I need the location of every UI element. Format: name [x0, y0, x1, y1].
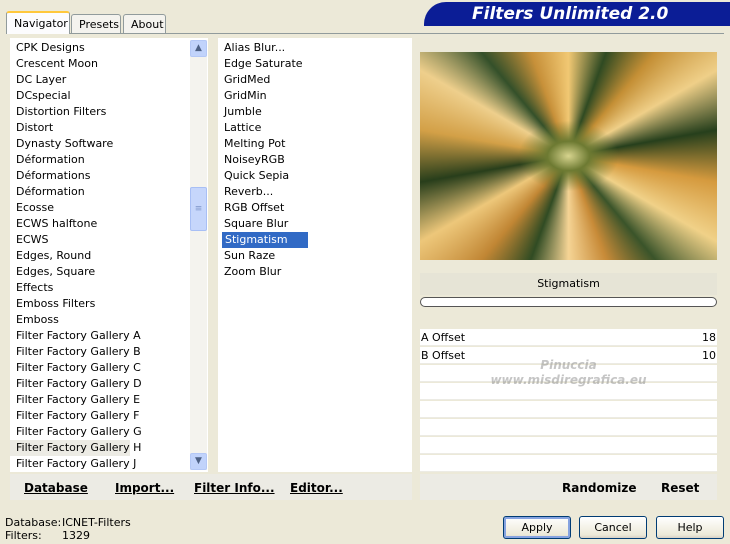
- filter-item[interactable]: Edge Saturate: [218, 56, 303, 72]
- filter-item[interactable]: Zoom Blur: [218, 264, 281, 280]
- param-slot-empty: [420, 437, 717, 454]
- category-scrollbar[interactable]: ▲ ≡ ▼: [190, 40, 207, 470]
- tab-divider: [6, 33, 724, 34]
- chevron-up-icon: ▲: [195, 43, 202, 53]
- chevron-down-icon: ▼: [195, 456, 202, 466]
- category-item[interactable]: Ecosse: [10, 200, 130, 216]
- category-item[interactable]: Emboss: [10, 312, 130, 328]
- filter-name-display: Stigmatism: [420, 273, 717, 295]
- category-item[interactable]: Emboss Filters: [10, 296, 130, 312]
- filter-item[interactable]: Sun Raze: [218, 248, 275, 264]
- filter-item[interactable]: RGB Offset: [218, 200, 284, 216]
- watermark-line-1: Pinuccia: [540, 358, 597, 372]
- filter-item[interactable]: GridMed: [218, 72, 270, 88]
- param-slot-empty: [420, 419, 717, 436]
- filter-item[interactable]: NoiseyRGB: [218, 152, 285, 168]
- category-item[interactable]: Déformation: [10, 152, 130, 168]
- filter-item[interactable]: Reverb...: [218, 184, 273, 200]
- filter-item[interactable]: Alias Blur...: [218, 40, 285, 56]
- grip-icon: ≡: [194, 204, 203, 214]
- progress-bar: [420, 297, 717, 307]
- filter-info-button[interactable]: Filter Info...: [194, 480, 275, 496]
- status-filters-value: 1329: [62, 529, 90, 542]
- category-item[interactable]: Filter Factory Gallery J: [10, 456, 136, 472]
- category-item[interactable]: Distortion Filters: [10, 104, 130, 120]
- category-item[interactable]: Edges, Round: [10, 248, 130, 264]
- filter-item[interactable]: Lattice: [218, 120, 261, 136]
- category-item[interactable]: Déformations: [10, 168, 130, 184]
- filter-item[interactable]: Square Blur: [218, 216, 288, 232]
- tab-navigator-label: Navigator: [14, 17, 68, 30]
- category-item[interactable]: ECWS: [10, 232, 130, 248]
- category-list[interactable]: CPK Designs Crescent Moon DC Layer DCspecia…: [10, 38, 208, 472]
- category-item[interactable]: Crescent Moon: [10, 56, 130, 72]
- filter-item[interactable]: Quick Sepia: [218, 168, 289, 184]
- status-filters-label: Filters:: [5, 529, 42, 542]
- reset-button[interactable]: Reset: [661, 480, 699, 496]
- category-item[interactable]: Filter Factory Gallery G: [10, 424, 142, 440]
- filter-item[interactable]: Jumble: [218, 104, 262, 120]
- category-item[interactable]: Filter Factory Gallery B: [10, 344, 141, 360]
- preview-image[interactable]: [420, 52, 717, 260]
- import-button[interactable]: Import...: [115, 480, 174, 496]
- category-item[interactable]: Dynasty Software: [10, 136, 130, 152]
- category-item[interactable]: Filter Factory Gallery F: [10, 408, 139, 424]
- category-item[interactable]: Effects: [10, 280, 130, 296]
- category-item[interactable]: Filter Factory Gallery C: [10, 360, 141, 376]
- param-label: A Offset: [421, 331, 466, 344]
- category-item[interactable]: Filter Factory Gallery H: [10, 440, 141, 456]
- category-item[interactable]: Filter Factory Gallery E: [10, 392, 140, 408]
- filter-item[interactable]: Melting Pot: [218, 136, 285, 152]
- category-item[interactable]: Filter Factory Gallery D: [10, 376, 142, 392]
- filter-list[interactable]: Alias Blur... Edge Saturate GridMed GridMin…: [218, 38, 412, 472]
- editor-button[interactable]: Editor...: [290, 480, 343, 496]
- watermark-line-2: www.misdiregrafica.eu: [490, 373, 647, 387]
- category-item[interactable]: DC Layer: [10, 72, 130, 88]
- filter-item[interactable]: GridMin: [218, 88, 267, 104]
- category-item[interactable]: CPK Designs: [10, 40, 130, 56]
- scroll-up-button[interactable]: ▲: [190, 40, 207, 57]
- cancel-button[interactable]: Cancel: [579, 516, 647, 539]
- watermark: Pinuccia www.misdiregrafica.eu: [420, 358, 717, 398]
- tab-presets-label: Presets: [79, 18, 120, 31]
- tab-about[interactable]: About: [123, 14, 166, 33]
- param-slot-empty: [420, 401, 717, 418]
- help-button[interactable]: Help: [656, 516, 724, 539]
- database-button[interactable]: Database: [24, 480, 88, 496]
- apply-button[interactable]: Apply: [503, 516, 571, 539]
- tab-presets[interactable]: Presets: [71, 14, 121, 33]
- category-item[interactable]: Filter Factory Gallery A: [10, 328, 141, 344]
- category-item[interactable]: ECWS halftone: [10, 216, 130, 232]
- scroll-thumb[interactable]: ≡: [190, 187, 207, 231]
- status-database-value: ICNET-Filters: [62, 516, 131, 529]
- category-item[interactable]: Edges, Square: [10, 264, 130, 280]
- tab-navigator[interactable]: Navigator: [6, 11, 70, 34]
- app-title: Filters Unlimited 2.0: [472, 4, 669, 24]
- tab-about-label: About: [131, 18, 164, 31]
- scroll-down-button[interactable]: ▼: [190, 453, 207, 470]
- filter-item[interactable]: Stigmatism: [222, 232, 308, 248]
- status-database-label: Database:: [5, 516, 62, 529]
- randomize-button[interactable]: Randomize: [562, 480, 636, 496]
- param-slot-empty: [420, 455, 717, 472]
- param-slider-a-offset[interactable]: A Offset 18: [420, 329, 717, 346]
- category-item[interactable]: DCspecial: [10, 88, 130, 104]
- param-value: 18: [702, 331, 716, 344]
- category-item[interactable]: Déformation: [10, 184, 130, 200]
- category-item[interactable]: Distort: [10, 120, 130, 136]
